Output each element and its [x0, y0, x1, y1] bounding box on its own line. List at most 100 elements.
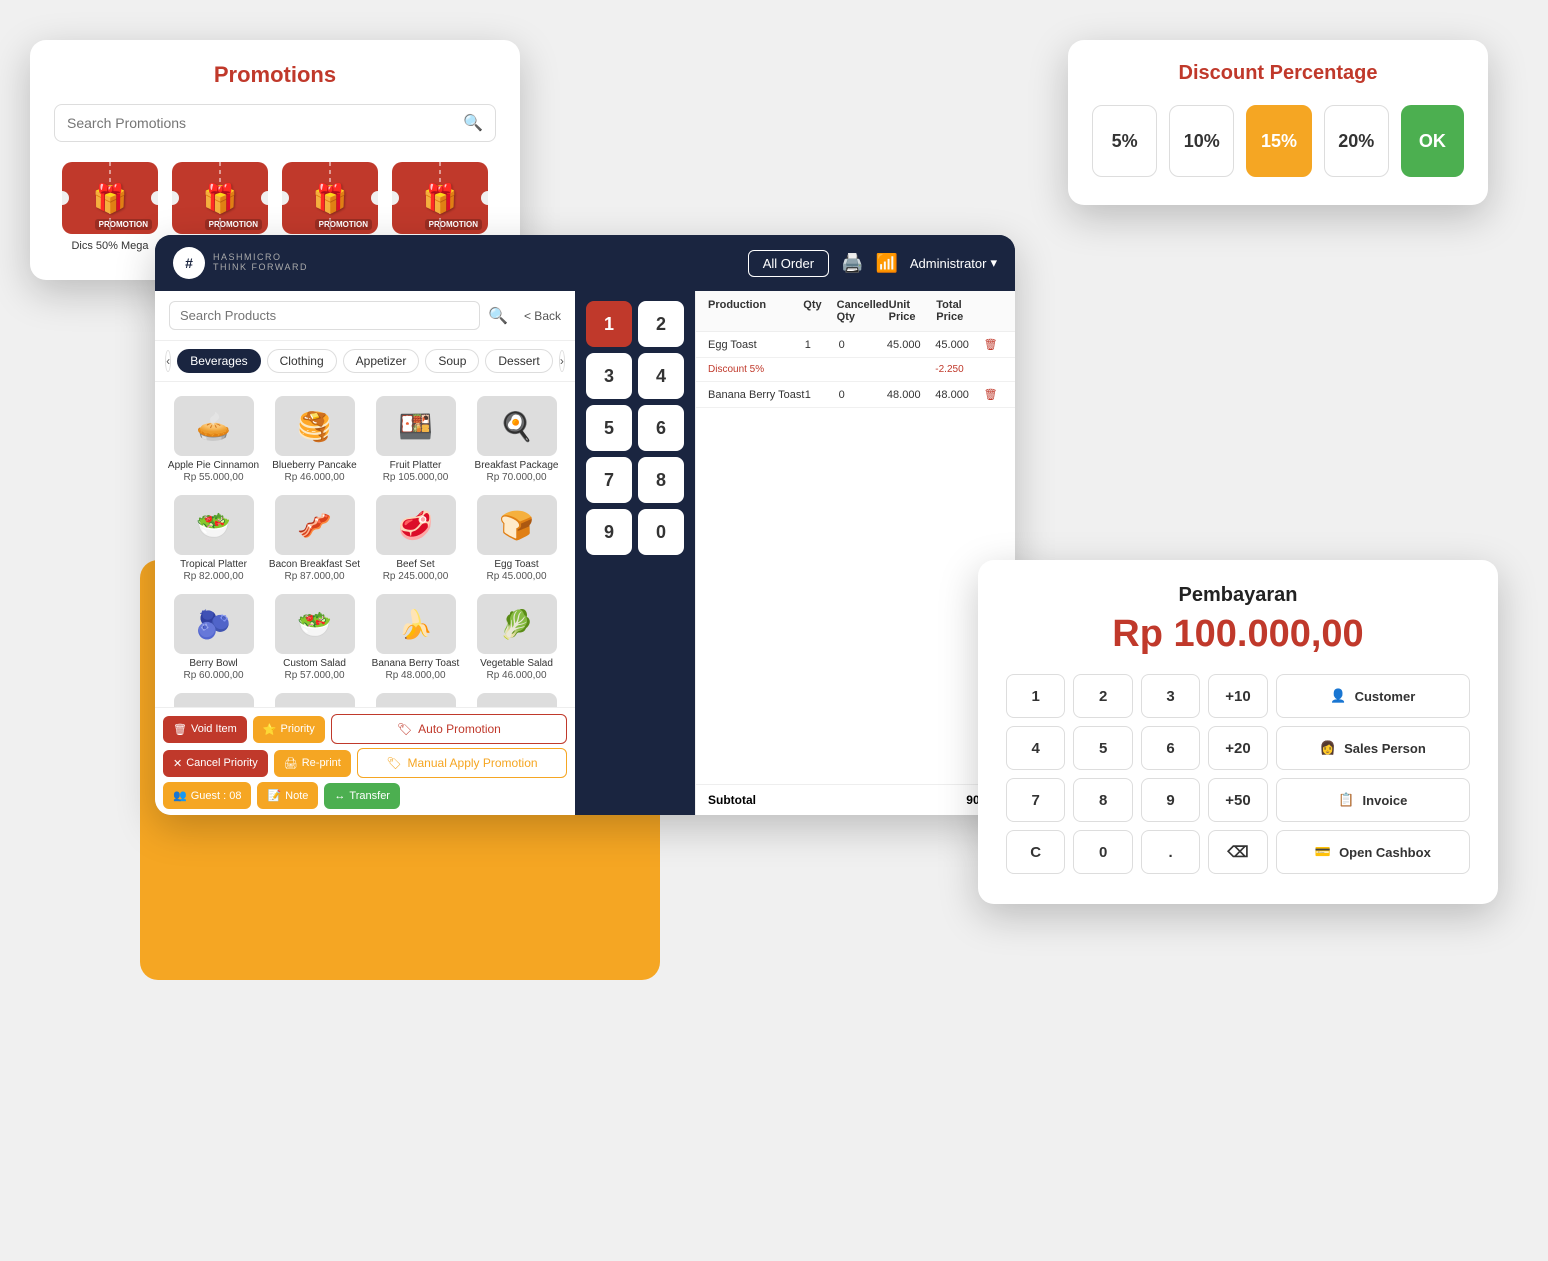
manual-apply-promotion-button[interactable]: 🏷 Manual Apply Promotion	[357, 748, 567, 778]
product-image-3: 🍳	[477, 396, 557, 456]
numkey-5[interactable]: 5	[586, 405, 632, 451]
product-item-6[interactable]: 🥩 Beef Set Rp 245.000,00	[365, 489, 466, 588]
discount-15-button[interactable]: 15%	[1246, 105, 1311, 177]
product-item-1[interactable]: 🥞 Blueberry Pancake Rp 46.000,00	[264, 390, 365, 489]
all-order-button[interactable]: All Order	[748, 250, 829, 277]
pay-key-c[interactable]: C	[1006, 830, 1065, 874]
back-button[interactable]: < Back	[524, 309, 561, 323]
product-item-11[interactable]: 🥬 Vegetable Salad Rp 46.000,00	[466, 588, 567, 687]
auto-promotion-button[interactable]: 🏷 Auto Promotion	[331, 714, 567, 744]
chevron-down-icon: ▾	[990, 255, 997, 271]
product-item-7[interactable]: 🍞 Egg Toast Rp 45.000,00	[466, 489, 567, 588]
pay-key-backspace[interactable]: ⌫	[1208, 830, 1267, 874]
product-image-2: 🍱	[376, 396, 456, 456]
product-item-4[interactable]: 🥗 Tropical Platter Rp 82.000,00	[163, 489, 264, 588]
product-search-bar: 🔍 < Back	[155, 291, 575, 341]
pay-key-dot[interactable]: .	[1141, 830, 1200, 874]
numkey-0[interactable]: 0	[638, 509, 684, 555]
product-item-3[interactable]: 🍳 Breakfast Package Rp 70.000,00	[466, 390, 567, 489]
numkey-8[interactable]: 8	[638, 457, 684, 503]
pay-key-3[interactable]: 3	[1141, 674, 1200, 718]
product-item-0[interactable]: 🥧 Apple Pie Cinnamon Rp 55.000,00	[163, 390, 264, 489]
numkey-1[interactable]: 1	[586, 301, 632, 347]
promotions-search-bar[interactable]: 🔍	[54, 104, 496, 142]
pay-key-plus10[interactable]: +10	[1208, 674, 1267, 718]
action-row-1: 🗑 Void Item ⭐ Priority 🏷 Auto Promotion	[163, 714, 567, 744]
product-image-13: 🍊	[275, 693, 355, 707]
invoice-button[interactable]: 📋 Invoice	[1276, 778, 1470, 822]
delete-row-2-icon[interactable]: 🗑	[984, 388, 1003, 401]
numkey-6[interactable]: 6	[638, 405, 684, 451]
order-subtotal: Subtotal 90.250	[696, 784, 1015, 815]
pay-actions-customer[interactable]: 👤 Customer	[1276, 674, 1470, 718]
product-item-5[interactable]: 🥓 Bacon Breakfast Set Rp 87.000,00	[264, 489, 365, 588]
product-item-13[interactable]: 🍊 Tropical Citrus Rp 36.000,00	[264, 687, 365, 707]
product-image-0: 🥧	[174, 396, 254, 456]
discount-5-button[interactable]: 5%	[1092, 105, 1157, 177]
promo-ticket-3: 🎁 PROMOTION	[392, 162, 488, 234]
product-item-10[interactable]: 🍌 Banana Berry Toast Rp 48.000,00	[365, 588, 466, 687]
product-item-14[interactable]: 🧇 Waffle Set for 2 Rp 124.000,00	[365, 687, 466, 707]
numkey-9[interactable]: 9	[586, 509, 632, 555]
pay-key-4[interactable]: 4	[1006, 726, 1065, 770]
product-item-8[interactable]: 🫐 Berry Bowl Rp 60.000,00	[163, 588, 264, 687]
pay-key-7[interactable]: 7	[1006, 778, 1065, 822]
pay-key-9[interactable]: 9	[1141, 778, 1200, 822]
product-item-15[interactable]: 🍜 Breakfast Noodle Rp 54.000,00	[466, 687, 567, 707]
order-panel: Production Qty Cancelled Qty Unit Price …	[695, 291, 1015, 815]
discount-10-button[interactable]: 10%	[1169, 105, 1234, 177]
product-item-9[interactable]: 🥗 Custom Salad Rp 57.000,00	[264, 588, 365, 687]
product-item-2[interactable]: 🍱 Fruit Platter Rp 105.000,00	[365, 390, 466, 489]
admin-button[interactable]: Administrator ▾	[910, 255, 997, 271]
note-button[interactable]: 📝 Note	[257, 782, 318, 809]
category-next-button[interactable]: ›	[559, 350, 565, 372]
category-dessert[interactable]: Dessert	[485, 349, 552, 373]
order-row-0[interactable]: Egg Toast 1 0 45.000 45.000 🗑	[696, 332, 1015, 358]
numkey-7[interactable]: 7	[586, 457, 632, 503]
pay-key-plus20[interactable]: +20	[1208, 726, 1267, 770]
category-prev-button[interactable]: ‹	[165, 350, 171, 372]
category-soup[interactable]: Soup	[425, 349, 479, 373]
product-image-9: 🥗	[275, 594, 355, 654]
numkey-2[interactable]: 2	[638, 301, 684, 347]
customer-button[interactable]: 👤 Customer	[1276, 674, 1470, 718]
open-cashbox-button[interactable]: 💳 Open Cashbox	[1276, 830, 1470, 874]
pay-key-0[interactable]: 0	[1073, 830, 1132, 874]
pos-header: # HASHMICRO THINK FORWARD All Order 🖨️ 📶…	[155, 235, 1015, 291]
pos-body: 🔍 < Back ‹ Beverages Clothing Appetizer …	[155, 291, 1015, 815]
void-item-button[interactable]: 🗑 Void Item	[163, 716, 247, 743]
tag-icon: 🏷	[386, 756, 401, 770]
pay-key-2[interactable]: 2	[1073, 674, 1132, 718]
product-panel: 🔍 < Back ‹ Beverages Clothing Appetizer …	[155, 291, 575, 815]
discount-20-button[interactable]: 20%	[1324, 105, 1389, 177]
product-item-12[interactable]: 🎃 Pumpkin Soup Rp 40.000,00	[163, 687, 264, 707]
printer-icon[interactable]: 🖨️	[841, 253, 863, 274]
discount-ok-button[interactable]: OK	[1401, 105, 1464, 177]
transfer-button[interactable]: ↔ Transfer	[324, 783, 400, 809]
category-clothing[interactable]: Clothing	[267, 349, 337, 373]
pay-actions-sales: 👩 Sales Person	[1276, 726, 1470, 770]
reprint-button[interactable]: 🖨 Re-print	[274, 750, 351, 777]
pay-key-5[interactable]: 5	[1073, 726, 1132, 770]
pos-card: # HASHMICRO THINK FORWARD All Order 🖨️ 📶…	[155, 235, 1015, 815]
tag-icon: 🏷	[397, 722, 412, 736]
delete-row-0-icon[interactable]: 🗑	[984, 338, 1003, 351]
pay-key-8[interactable]: 8	[1073, 778, 1132, 822]
product-image-12: 🎃	[174, 693, 254, 707]
pay-key-plus50[interactable]: +50	[1208, 778, 1267, 822]
numkey-3[interactable]: 3	[586, 353, 632, 399]
priority-button[interactable]: ⭐ Priority	[253, 716, 325, 743]
transfer-icon: ↔	[334, 790, 345, 802]
pay-key-1[interactable]: 1	[1006, 674, 1065, 718]
order-row-2[interactable]: Banana Berry Toast 1 0 48.000 48.000 🗑	[696, 382, 1015, 408]
numkey-4[interactable]: 4	[638, 353, 684, 399]
sales-person-button[interactable]: 👩 Sales Person	[1276, 726, 1470, 770]
category-appetizer[interactable]: Appetizer	[343, 349, 420, 373]
guest-button[interactable]: 👥 Guest : 08	[163, 782, 251, 809]
cancel-priority-button[interactable]: ✕ Cancel Priority	[163, 750, 268, 777]
product-search-input[interactable]	[169, 301, 480, 330]
promo-item-0[interactable]: 🎁 PROMOTION Dics 50% Mega	[62, 162, 158, 252]
pay-key-6[interactable]: 6	[1141, 726, 1200, 770]
category-beverages[interactable]: Beverages	[177, 349, 260, 373]
promotions-search-input[interactable]	[67, 115, 455, 131]
